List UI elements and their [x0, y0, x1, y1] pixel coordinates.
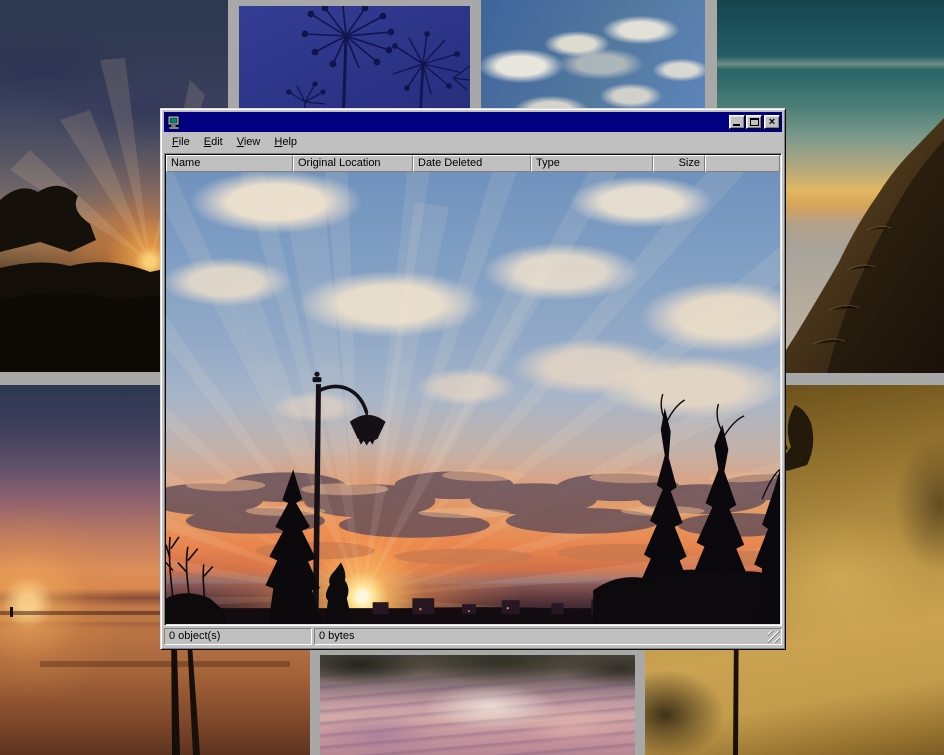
list-view-empty-sunset-background[interactable] — [166, 172, 780, 624]
column-header-name[interactable]: Name — [166, 155, 293, 172]
computer-icon — [166, 115, 182, 130]
wallpaper-photo-water-reflection — [320, 655, 635, 755]
column-header-row: Name Original Location Date Deleted Type… — [166, 155, 780, 172]
maximize-icon — [750, 118, 759, 126]
column-header-blank[interactable] — [705, 155, 780, 172]
menu-edit[interactable]: Edit — [197, 134, 230, 151]
menu-help[interactable]: Help — [267, 134, 304, 151]
title-bar[interactable]: × — [164, 112, 782, 132]
minimize-button[interactable] — [729, 115, 745, 129]
resize-grip[interactable] — [768, 631, 780, 643]
column-header-type[interactable]: Type — [531, 155, 653, 172]
recycle-bin-window: × File Edit View Help Name Original Loca… — [160, 108, 786, 650]
status-bar: 0 object(s) 0 bytes — [164, 628, 782, 646]
column-header-original-location[interactable]: Original Location — [293, 155, 413, 172]
close-icon: × — [769, 117, 775, 127]
column-header-size[interactable]: Size — [653, 155, 705, 172]
status-bytes: 0 bytes — [314, 628, 782, 645]
minimize-icon — [733, 124, 740, 126]
menu-bar: File Edit View Help — [164, 132, 782, 152]
list-frame: Name Original Location Date Deleted Type… — [164, 153, 782, 626]
menu-file[interactable]: File — [165, 134, 197, 151]
column-header-date-deleted[interactable]: Date Deleted — [413, 155, 531, 172]
menu-view[interactable]: View — [230, 134, 268, 151]
close-button[interactable]: × — [764, 115, 780, 129]
status-bytes-text: 0 bytes — [319, 630, 354, 642]
maximize-button[interactable] — [746, 115, 762, 129]
status-objects: 0 object(s) — [164, 628, 312, 645]
desktop: { "window": { "title": "", "icon": "comp… — [0, 0, 944, 755]
sunset-photo-silhouettes — [166, 172, 780, 624]
